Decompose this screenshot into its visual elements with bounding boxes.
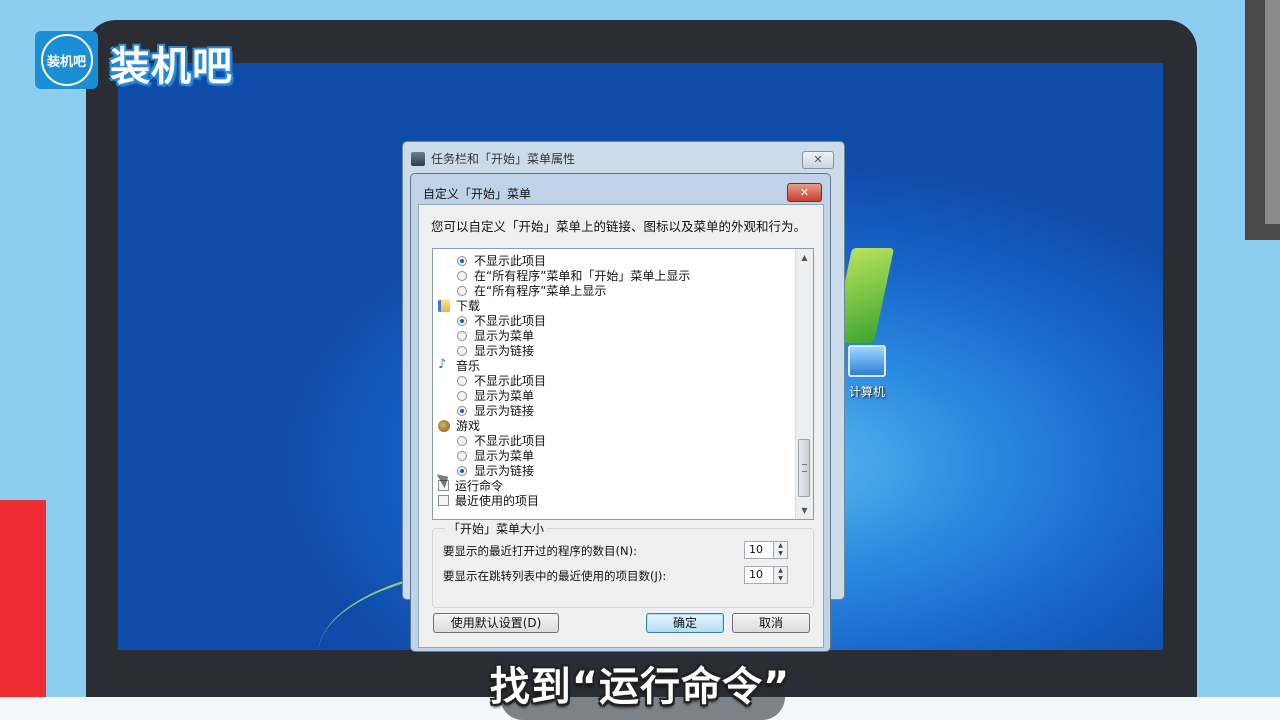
- start-menu-size-group: 「开始」菜单大小 要显示的最近打开过的程序的数目(N): 10 ▲ ▼ 要显示在跳…: [432, 520, 814, 608]
- outer-window-title: 任务栏和「开始」菜单属性: [431, 152, 576, 166]
- games-icon: [438, 419, 450, 432]
- cancel-button[interactable]: 取消: [732, 613, 810, 633]
- stepper-up-icon[interactable]: ▲: [774, 567, 787, 575]
- jumplist-items-value[interactable]: 10: [749, 568, 763, 581]
- ok-button[interactable]: 确定: [646, 613, 724, 633]
- background-panel: [1245, 0, 1280, 240]
- download-folder-icon: [438, 299, 450, 312]
- list-category: 游戏: [433, 418, 795, 433]
- radio-selected-icon[interactable]: [457, 465, 467, 476]
- dialog-title: 自定义「开始」菜单: [423, 187, 532, 201]
- radio-option[interactable]: 显示为链接: [433, 343, 795, 358]
- outer-close-button[interactable]: ✕: [802, 151, 834, 169]
- start-menu-options-list[interactable]: 不显示此项目 在“所有程序”菜单和「开始」菜单上显示 在“所有程序”菜单上显示 下载不…: [432, 248, 814, 520]
- radio-unselected-icon[interactable]: [457, 450, 467, 461]
- recent-programs-stepper[interactable]: 10 ▲ ▼: [744, 541, 788, 559]
- radio-unselected-icon[interactable]: [457, 435, 467, 446]
- radio-selected-icon[interactable]: [457, 255, 467, 266]
- radio-option[interactable]: 不显示此项目: [433, 253, 795, 268]
- list-category: 下载: [433, 298, 795, 313]
- jumplist-items-stepper[interactable]: 10 ▲ ▼: [744, 566, 788, 584]
- video-caption: 找到“运行命令”: [489, 664, 791, 710]
- scroll-down-arrow-icon[interactable]: ▼: [796, 502, 813, 519]
- stepper-down-icon[interactable]: ▼: [774, 575, 787, 583]
- radio-option[interactable]: 在“所有程序”菜单和「开始」菜单上显示: [433, 268, 795, 283]
- list-category: 音乐: [433, 357, 795, 374]
- stepper-up-icon[interactable]: ▲: [774, 542, 787, 550]
- radio-selected-icon[interactable]: [457, 315, 467, 326]
- radio-selected-icon[interactable]: [457, 405, 467, 416]
- list-row-label: 显示为链接: [474, 344, 535, 358]
- radio-unselected-icon[interactable]: [457, 270, 467, 281]
- checkbox-option[interactable]: 运行命令: [433, 478, 795, 493]
- radio-unselected-icon[interactable]: [457, 390, 467, 401]
- scroll-up-arrow-icon[interactable]: ▲: [796, 249, 813, 266]
- radio-option[interactable]: 显示为菜单: [433, 328, 795, 343]
- scroll-thumb[interactable]: [798, 439, 810, 497]
- use-defaults-button[interactable]: 使用默认设置(D): [433, 613, 559, 633]
- desktop-icon-computer[interactable]: 计算机: [842, 345, 892, 400]
- size-group-legend: 「开始」菜单大小: [445, 520, 548, 537]
- jumplist-items-label: 要显示在跳转列表中的最近使用的项目数(J):: [443, 569, 667, 583]
- list-scrollbar[interactable]: ▲ ▼: [795, 249, 813, 519]
- radio-option[interactable]: 显示为菜单: [433, 448, 795, 463]
- dialog-close-button[interactable]: ✕: [787, 183, 822, 202]
- radio-option[interactable]: 显示为菜单: [433, 388, 795, 403]
- brand-logo: 装机吧: [35, 31, 98, 89]
- music-icon: [438, 357, 450, 372]
- dialog-body: 您可以自定义「开始」菜单上的链接、图标以及菜单的外观和行为。 不显示此项目 在“所…: [418, 204, 824, 648]
- radio-unselected-icon[interactable]: [457, 345, 467, 356]
- brand-logo-badge: 装机吧: [40, 34, 93, 86]
- radio-option[interactable]: 不显示此项目: [433, 433, 795, 448]
- radio-unselected-icon[interactable]: [457, 375, 467, 386]
- desktop-icon-label: 计算机: [848, 385, 885, 399]
- checkbox-icon[interactable]: [438, 495, 449, 506]
- radio-unselected-icon[interactable]: [457, 285, 467, 296]
- recent-programs-value[interactable]: 10: [749, 543, 763, 556]
- recent-programs-label: 要显示的最近打开过的程序的数目(N):: [443, 544, 637, 558]
- brand-logo-text: 装机吧: [110, 44, 233, 90]
- radio-unselected-icon[interactable]: [457, 330, 467, 341]
- list-row-label: 在“所有程序”菜单上显示: [474, 284, 607, 298]
- list-row-label: 最近使用的项目: [455, 494, 540, 508]
- radio-option[interactable]: 显示为链接: [433, 403, 795, 418]
- stepper-down-icon[interactable]: ▼: [774, 550, 787, 558]
- checkbox-option[interactable]: 最近使用的项目: [433, 493, 795, 508]
- outer-window-titlebar: 任务栏和「开始」菜单属性: [411, 150, 575, 167]
- dialog-description: 您可以自定义「开始」菜单上的链接、图标以及菜单的外观和行为。: [431, 219, 807, 234]
- radio-option[interactable]: 不显示此项目: [433, 313, 795, 328]
- customize-start-menu-dialog: 自定义「开始」菜单 ✕ 您可以自定义「开始」菜单上的链接、图标以及菜单的外观和行…: [410, 173, 831, 652]
- computer-icon: [848, 345, 886, 377]
- radio-option[interactable]: 显示为链接: [433, 463, 795, 478]
- list-row-label: 显示为链接: [474, 404, 535, 418]
- radio-option[interactable]: 不显示此项目: [433, 373, 795, 388]
- taskbar-icon: [411, 151, 425, 166]
- options-list-content: 不显示此项目 在“所有程序”菜单和「开始」菜单上显示 在“所有程序”菜单上显示 下载不…: [433, 253, 795, 508]
- radio-option[interactable]: 在“所有程序”菜单上显示: [433, 283, 795, 298]
